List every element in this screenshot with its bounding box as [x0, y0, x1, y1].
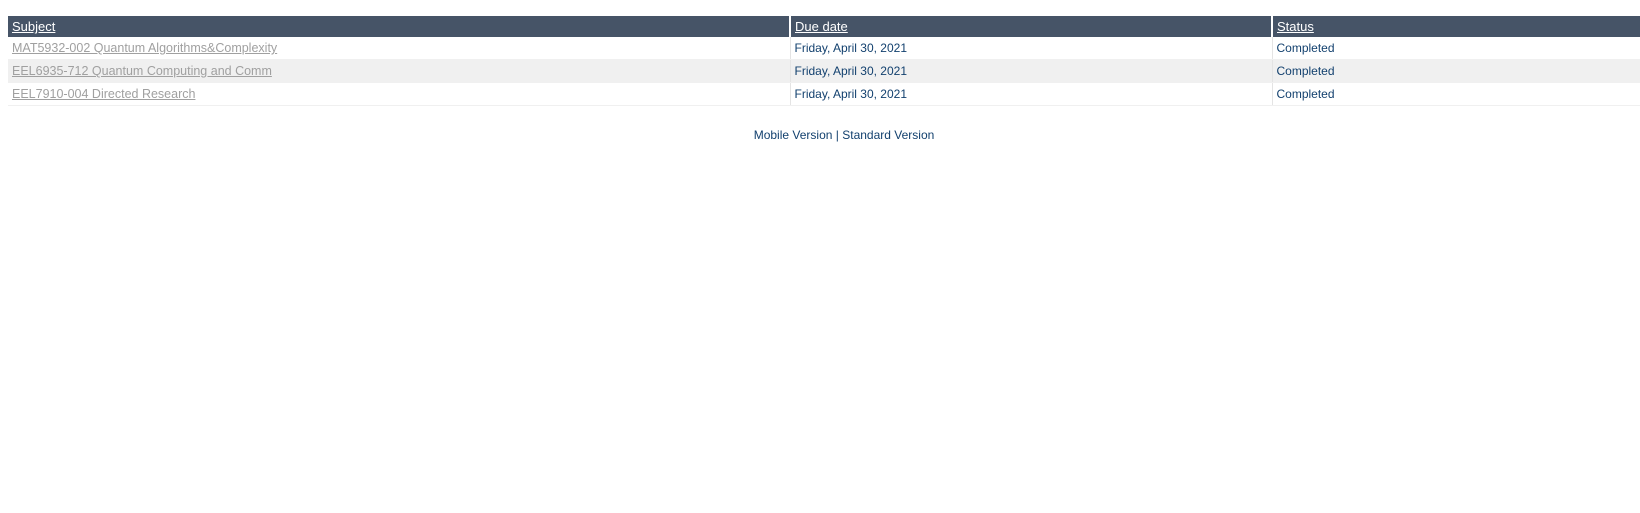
status-cell: Completed: [1272, 59, 1640, 83]
table-header-row: Subject Due date Status: [8, 16, 1640, 37]
status-cell: Completed: [1272, 82, 1640, 106]
table-row: EEL6935-712 Quantum Computing and Comm F…: [8, 59, 1640, 83]
sort-by-due-date-link[interactable]: Due date: [795, 19, 848, 34]
column-header-subject: Subject: [8, 16, 791, 37]
standard-version-link[interactable]: Standard Version: [842, 128, 934, 142]
due-date-cell: Friday, April 30, 2021: [790, 37, 1273, 60]
course-link[interactable]: EEL6935-712 Quantum Computing and Comm: [12, 64, 272, 78]
subject-cell: MAT5932-002 Quantum Algorithms&Complexit…: [8, 37, 791, 60]
course-link[interactable]: EEL7910-004 Directed Research: [12, 87, 195, 101]
column-header-status: Status: [1272, 16, 1640, 37]
table-row: MAT5932-002 Quantum Algorithms&Complexit…: [8, 37, 1640, 60]
table-row: EEL7910-004 Directed Research Friday, Ap…: [8, 82, 1640, 106]
subject-cell: EEL6935-712 Quantum Computing and Comm: [8, 59, 791, 83]
version-footer: Mobile Version | Standard Version: [0, 128, 1640, 142]
subject-cell: EEL7910-004 Directed Research: [8, 82, 791, 106]
status-cell: Completed: [1272, 37, 1640, 60]
course-link[interactable]: MAT5932-002 Quantum Algorithms&Complexit…: [12, 41, 277, 55]
sort-by-subject-link[interactable]: Subject: [12, 19, 55, 34]
due-date-cell: Friday, April 30, 2021: [790, 59, 1273, 83]
column-header-due-date: Due date: [790, 16, 1273, 37]
mobile-version-link[interactable]: Mobile Version: [754, 128, 833, 142]
due-date-cell: Friday, April 30, 2021: [790, 82, 1273, 106]
evaluations-page: Subject Due date Status MAT5932-002 Quan…: [0, 0, 1640, 513]
sort-by-status-link[interactable]: Status: [1277, 19, 1314, 34]
evaluations-table: Subject Due date Status MAT5932-002 Quan…: [8, 16, 1640, 106]
footer-separator: |: [835, 128, 839, 142]
